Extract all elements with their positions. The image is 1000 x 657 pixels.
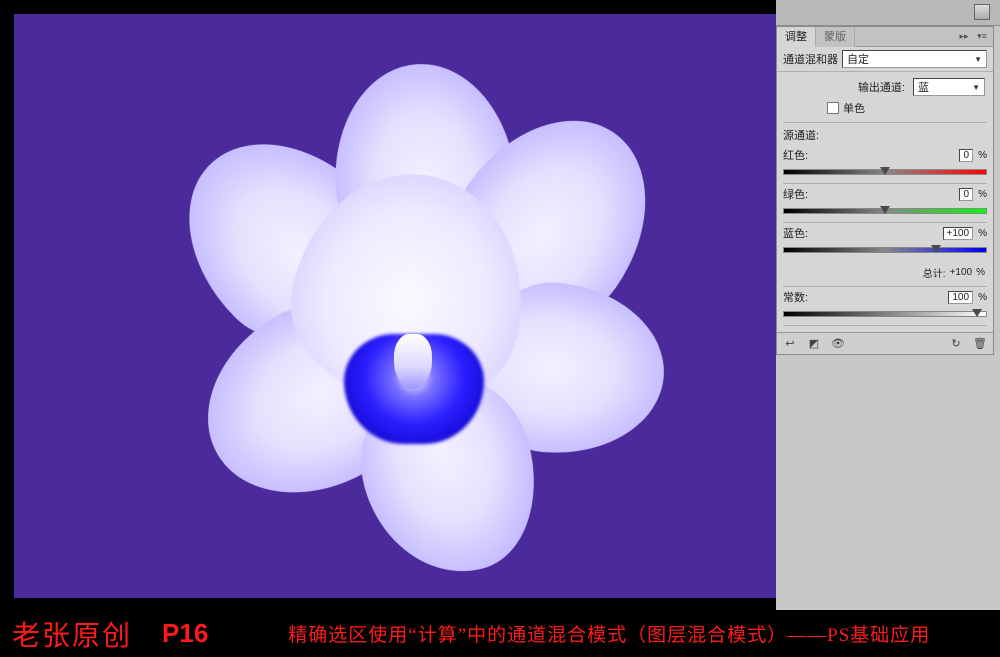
output-channel-value: 蓝 [918, 79, 929, 95]
green-label: 绿色: [783, 186, 808, 202]
trash-icon[interactable]: 🗑 [973, 337, 987, 351]
panel-tab-strip: 调整 蒙版 ▸▸ ▾≡ [777, 27, 993, 47]
collapse-icon[interactable] [974, 4, 990, 20]
app-frame: 调整 蒙版 ▸▸ ▾≡ 通道混和器 自定 ▼ 输出通道: 蓝 ▼ 单色 [0, 0, 1000, 610]
adjustments-panel: 调整 蒙版 ▸▸ ▾≡ 通道混和器 自定 ▼ 输出通道: 蓝 ▼ 单色 [776, 26, 994, 355]
preset-select[interactable]: 自定 ▼ [842, 50, 987, 68]
canvas[interactable] [14, 14, 776, 598]
output-channel-row: 输出通道: 蓝 ▼ [777, 72, 993, 98]
percent-label: % [976, 228, 987, 239]
red-slider[interactable] [783, 167, 987, 177]
percent-label: % [976, 292, 987, 303]
rail-top-bar [776, 0, 1000, 26]
constant-slider-thumb[interactable] [972, 309, 982, 317]
blue-label: 蓝色: [783, 225, 808, 241]
green-slider-block: 绿色: 0 % [777, 184, 993, 216]
caption-bar: 老张原创 P16 精确选区使用“计算”中的通道混合模式（图层混合模式）——PS基… [0, 610, 1000, 657]
output-channel-select[interactable]: 蓝 ▼ [913, 78, 985, 96]
chevron-down-icon: ▼ [974, 55, 982, 64]
green-slider-thumb[interactable] [880, 206, 890, 214]
output-channel-label: 输出通道: [858, 79, 905, 95]
tab-masks[interactable]: 蒙版 [816, 27, 855, 47]
green-slider[interactable] [783, 206, 987, 216]
percent-label: % [976, 189, 987, 200]
red-value-input[interactable]: 0 [959, 149, 973, 162]
preset-value: 自定 [847, 51, 869, 67]
panel-title: 通道混和器 [783, 51, 838, 67]
chevron-down-icon: ▼ [972, 83, 980, 92]
monochrome-checkbox[interactable] [827, 102, 839, 114]
caption-author: 老张原创 [12, 614, 132, 654]
blue-value-input[interactable]: +100 [943, 227, 974, 240]
preset-row: 通道混和器 自定 ▼ [777, 47, 993, 72]
flower-image [134, 54, 654, 574]
blue-slider-thumb[interactable] [931, 245, 941, 253]
blue-slider[interactable] [783, 245, 987, 255]
constant-value-input[interactable]: 100 [948, 291, 973, 304]
monochrome-row: 单色 [777, 98, 993, 122]
constant-slider[interactable] [783, 309, 987, 319]
percent-label: % [976, 267, 985, 278]
blue-slider-block: 蓝色: +100 % [777, 223, 993, 255]
total-label: 总计: [923, 265, 946, 280]
red-label: 红色: [783, 147, 808, 163]
panel-collapse-icon[interactable]: ▸▸ [957, 29, 971, 43]
monochrome-label: 单色 [843, 100, 865, 116]
constant-label: 常数: [783, 289, 808, 305]
total-row: 总计: +100 % [777, 261, 993, 286]
constant-slider-block: 常数: 100 % [777, 287, 993, 319]
panel-menu-icon[interactable]: ▾≡ [975, 29, 989, 43]
red-slider-thumb[interactable] [880, 167, 890, 175]
caption-page: P16 [162, 618, 208, 649]
panel-footer: ↩ ◩ 👁 ↻ 🗑 [777, 332, 993, 354]
tab-adjustments[interactable]: 调整 [777, 27, 816, 47]
source-channel-label: 源通道: [777, 123, 993, 145]
caption-description: 精确选区使用“计算”中的通道混合模式（图层混合模式）——PS基础应用 [288, 620, 930, 647]
green-value-input[interactable]: 0 [959, 188, 973, 201]
clip-icon[interactable]: ◩ [807, 337, 821, 351]
total-value: +100 [950, 267, 973, 278]
reset-icon[interactable]: ↻ [949, 337, 963, 351]
percent-label: % [976, 150, 987, 161]
visibility-icon[interactable]: 👁 [831, 337, 845, 351]
back-arrow-icon[interactable]: ↩ [783, 337, 797, 351]
red-slider-block: 红色: 0 % [777, 145, 993, 177]
